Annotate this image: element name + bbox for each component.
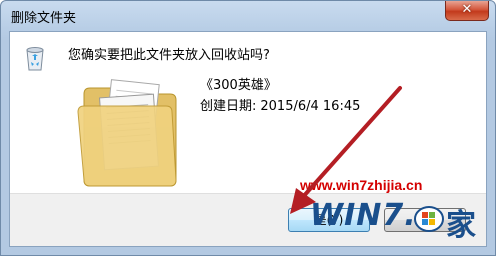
date-value: 2015/6/4 16:45 xyxy=(260,99,361,114)
folder-name: 《300英雄》 xyxy=(200,78,277,93)
dialog-content: 您确实要把此文件夹放入回收站吗? 《300英雄》 创建日期: 2015/6/4 … xyxy=(9,31,487,247)
watermark-url: www.win7zhijia.cn xyxy=(300,177,423,193)
folder-icon xyxy=(77,79,177,187)
close-button[interactable]: ✕ xyxy=(445,1,489,21)
logo-text: WIN7. xyxy=(310,198,417,233)
folder-date: 创建日期: 2015/6/4 16:45 xyxy=(200,95,360,114)
watermark-logo: WIN7. 家 xyxy=(310,192,486,246)
recycle-bin-icon xyxy=(26,47,44,71)
logo-char: 家 xyxy=(446,208,476,243)
dialog-window: 删除文件夹 ✕ 您确实要把此文件夹放入回收站吗? 《300英雄》 创建日期: 2… xyxy=(0,0,496,256)
title-bar[interactable]: 删除文件夹 ✕ xyxy=(1,1,495,31)
windows-flag-icon xyxy=(414,206,444,232)
close-icon: ✕ xyxy=(461,2,473,17)
window-title: 删除文件夹 xyxy=(11,11,77,26)
date-label: 创建日期: xyxy=(200,99,257,114)
confirm-question: 您确实要把此文件夹放入回收站吗? xyxy=(68,48,270,63)
